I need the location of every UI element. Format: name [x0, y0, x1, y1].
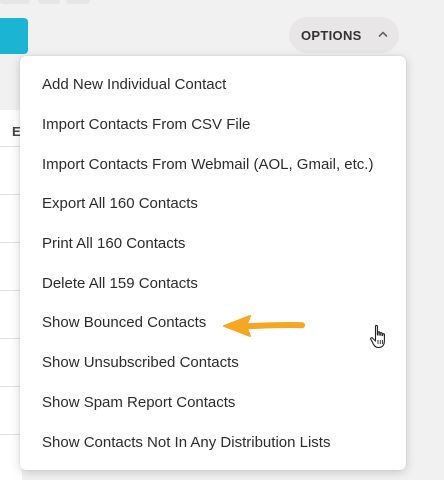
tab-stub: [0, 0, 30, 4]
menu-item-import-csv[interactable]: Import Contacts From CSV File: [20, 105, 406, 145]
menu-item-add-new-contact[interactable]: Add New Individual Contact: [20, 65, 406, 105]
menu-item-export-contacts[interactable]: Export All 160 Contacts: [20, 184, 406, 224]
options-button[interactable]: OPTIONS: [289, 17, 399, 53]
options-dropdown-menu: Add New Individual Contact Import Contac…: [20, 56, 406, 470]
arrow-left-icon: [223, 315, 305, 337]
menu-item-delete-contacts[interactable]: Delete All 159 Contacts: [20, 263, 406, 303]
hand-pointer-icon: [370, 324, 385, 349]
menu-item-show-unsubscribed[interactable]: Show Unsubscribed Contacts: [20, 343, 406, 383]
chevron-up-icon: [378, 31, 388, 37]
table-row-divider: [0, 242, 22, 243]
contacts-table-background: [0, 110, 22, 480]
table-row-divider: [0, 194, 22, 195]
menu-item-show-not-in-lists[interactable]: Show Contacts Not In Any Distribution Li…: [20, 422, 406, 462]
table-row-divider: [0, 146, 22, 147]
table-row-divider: [0, 386, 22, 387]
table-row-divider: [0, 290, 22, 291]
menu-item-print-contacts[interactable]: Print All 160 Contacts: [20, 224, 406, 264]
tab-stub: [38, 0, 60, 4]
table-row-divider: [0, 434, 22, 435]
table-row-divider: [0, 338, 22, 339]
options-button-label: OPTIONS: [301, 27, 362, 43]
primary-action-button[interactable]: [0, 18, 28, 54]
menu-item-show-bounced[interactable]: Show Bounced Contacts: [20, 303, 406, 343]
tab-stub: [66, 0, 90, 4]
menu-item-import-webmail[interactable]: Import Contacts From Webmail (AOL, Gmail…: [20, 144, 406, 184]
menu-item-show-spam-report[interactable]: Show Spam Report Contacts: [20, 383, 406, 423]
